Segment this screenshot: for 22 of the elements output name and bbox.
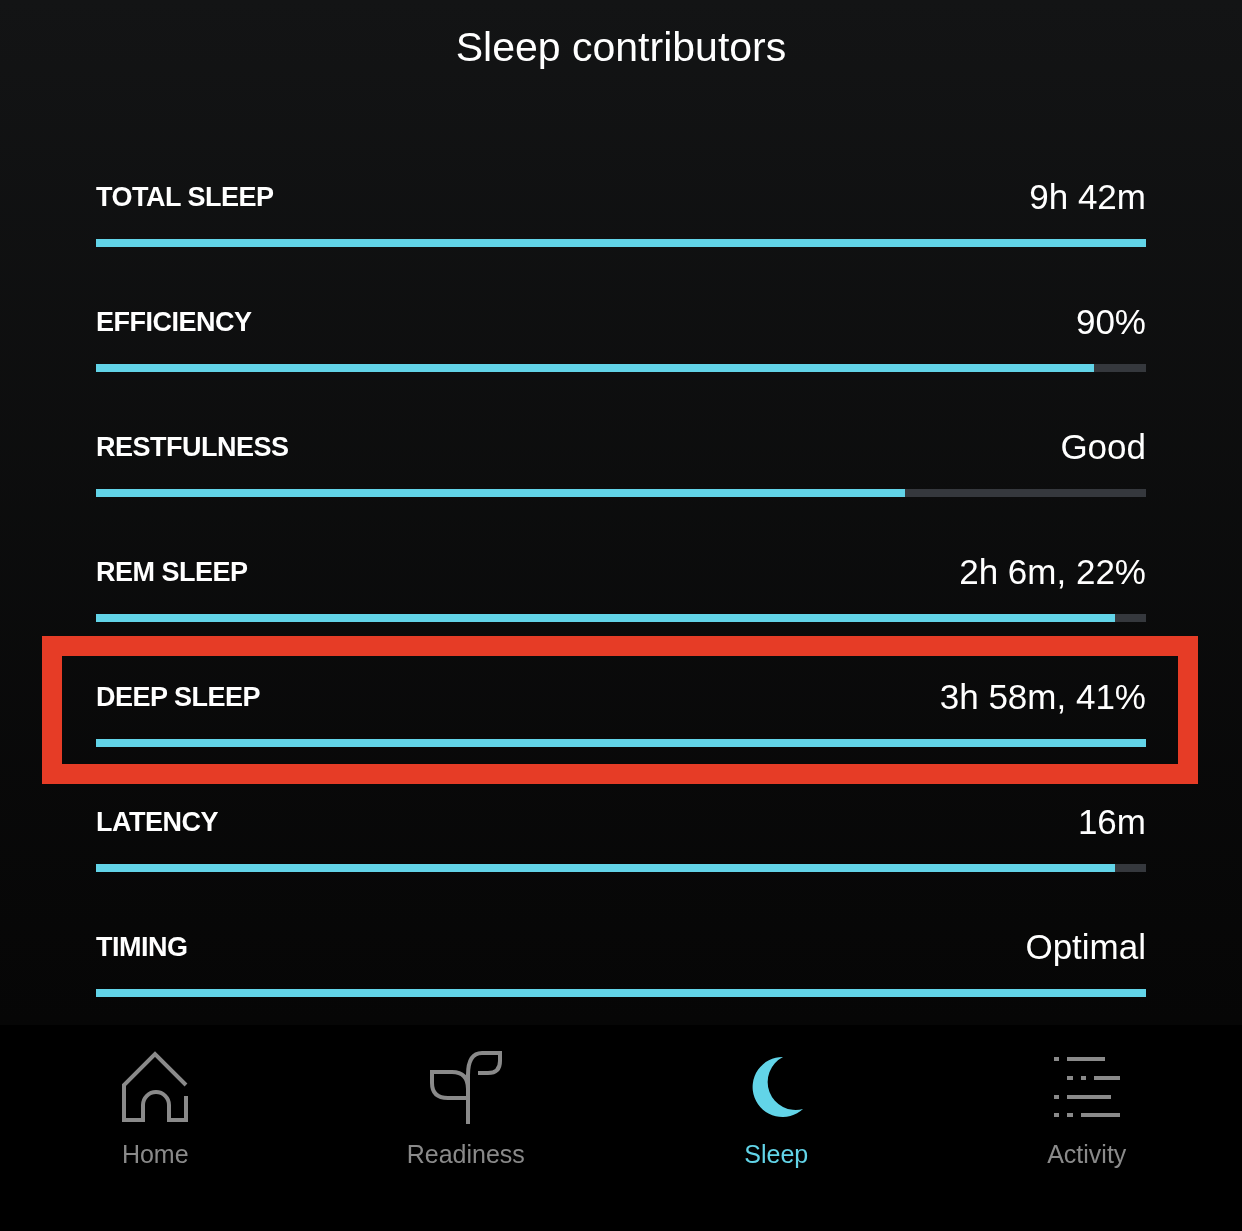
contributor-label: RESTFULNESS bbox=[96, 430, 289, 464]
contributor-value: Optimal bbox=[1025, 925, 1146, 968]
contributor-label: TIMING bbox=[96, 930, 188, 964]
tab[interactable]: Sleep bbox=[621, 1025, 932, 1231]
tab[interactable]: Readiness bbox=[310, 1025, 621, 1231]
contributor-label: DEEP SLEEP bbox=[96, 680, 261, 714]
contributor-value: 2h 6m, 22% bbox=[959, 550, 1146, 593]
contributor-label: TOTAL SLEEP bbox=[96, 180, 274, 214]
contributor-value: 3h 58m, 41% bbox=[939, 675, 1146, 718]
contributor-value: 9h 42m bbox=[1029, 175, 1146, 218]
contributor-value: Good bbox=[1060, 425, 1146, 468]
home-icon bbox=[121, 1051, 190, 1123]
contributor-label: REM SLEEP bbox=[96, 555, 248, 589]
contributor-value: 16m bbox=[1077, 800, 1146, 843]
tab[interactable]: Activity bbox=[931, 1025, 1242, 1231]
contributor-label: EFFICIENCY bbox=[96, 305, 252, 339]
sprout-icon bbox=[428, 1049, 503, 1125]
dashed-lines-icon bbox=[1053, 1057, 1120, 1117]
contributor-value: 90% bbox=[1075, 300, 1146, 343]
tab[interactable]: Home bbox=[0, 1025, 311, 1231]
contributor-label: LATENCY bbox=[96, 805, 218, 839]
screen-title: Sleep contributors bbox=[455, 23, 787, 72]
